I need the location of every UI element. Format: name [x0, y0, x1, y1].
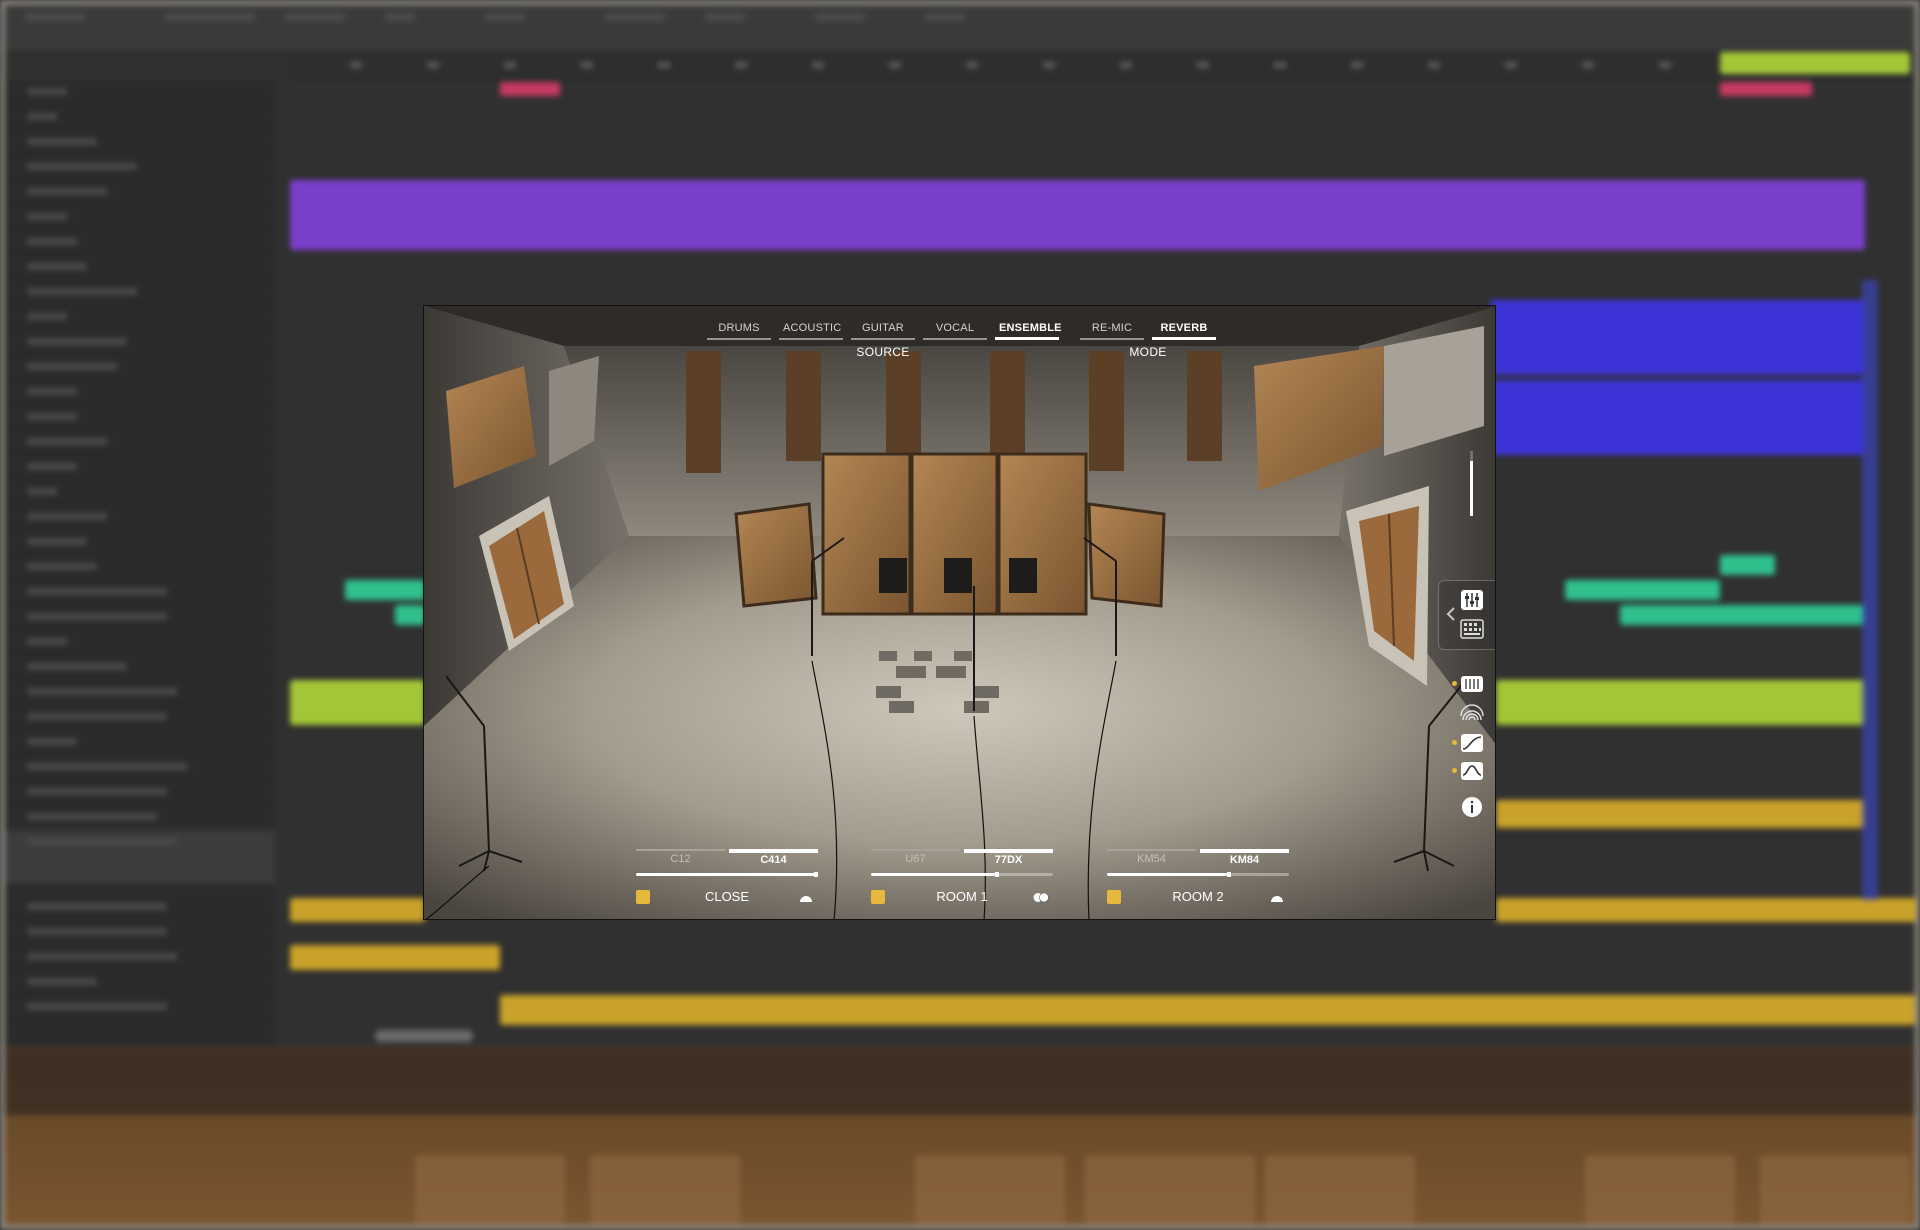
reverb-arcs-icon[interactable] [1459, 702, 1485, 724]
eq-rack-icon[interactable] [1459, 673, 1485, 695]
filter-icon[interactable] [1459, 760, 1485, 782]
tab-ensemble[interactable]: ENSEMBLE [995, 320, 1062, 340]
info-icon[interactable] [1461, 796, 1483, 818]
mic-c414[interactable]: C414 [729, 849, 818, 869]
channel-name-room-1: ROOM 1 [936, 889, 988, 904]
stereo-pan-icon[interactable] [1033, 892, 1049, 903]
tab-re-mic[interactable]: RE-MIC [1080, 320, 1144, 340]
plugin-window: DRUMS ACOUSTIC GUITAR VOCAL ENSEMBLE SOU… [423, 305, 1496, 920]
tab-reverb[interactable]: REVERB [1152, 320, 1216, 340]
curve-active-dot [1452, 740, 1457, 745]
channel-room-2: KM54 KM84 ROOM 2 [1107, 849, 1289, 919]
mixer-icon[interactable] [1459, 589, 1485, 611]
tab-drums[interactable]: DRUMS [707, 320, 771, 340]
daw-bottom-panel [5, 1045, 1915, 1225]
mode-label: MODE [1129, 345, 1167, 359]
channel-close: C12 C414 CLOSE [636, 849, 818, 919]
eq-rack-active-dot [1452, 681, 1457, 686]
filter-active-dot [1452, 768, 1457, 773]
curve-icon[interactable] [1459, 732, 1485, 754]
timeline-ruler [290, 50, 1915, 80]
tab-acoustic[interactable]: ACOUSTIC [779, 320, 843, 340]
track-scroll-indicator [1862, 280, 1878, 900]
room-1-level-fader[interactable] [871, 872, 1053, 877]
close-level-fader[interactable] [636, 872, 818, 877]
channel-name-close: CLOSE [704, 889, 750, 904]
room-2-level-fader[interactable] [1107, 872, 1289, 877]
channel-name-room-2: ROOM 2 [1172, 889, 1224, 904]
mic-c12[interactable]: C12 [636, 849, 725, 869]
mic-km54[interactable]: KM54 [1107, 849, 1196, 869]
channel-room-1: U67 77DX ROOM 1 [871, 849, 1053, 919]
horizontal-scrollbar [375, 1030, 473, 1042]
source-label: SOURCE [856, 345, 910, 359]
output-level-meter[interactable] [1470, 451, 1473, 516]
tab-guitar[interactable]: GUITAR [851, 320, 915, 340]
mono-pan-icon[interactable] [798, 892, 814, 903]
mic-77dx[interactable]: 77DX [964, 849, 1053, 869]
mode-tabs: RE-MIC REVERB [1080, 320, 1216, 340]
tab-vocal[interactable]: VOCAL [923, 320, 987, 340]
mic-u67[interactable]: U67 [871, 849, 960, 869]
mono-pan-icon[interactable] [1269, 892, 1285, 903]
source-tabs: DRUMS ACOUSTIC GUITAR VOCAL ENSEMBLE [707, 320, 1062, 340]
daw-toolbar [5, 5, 1915, 50]
keyboard-grid-icon[interactable] [1459, 618, 1485, 640]
track-list [5, 80, 275, 1045]
studio-room-illustration [424, 306, 1495, 919]
mic-km84[interactable]: KM84 [1200, 849, 1289, 869]
